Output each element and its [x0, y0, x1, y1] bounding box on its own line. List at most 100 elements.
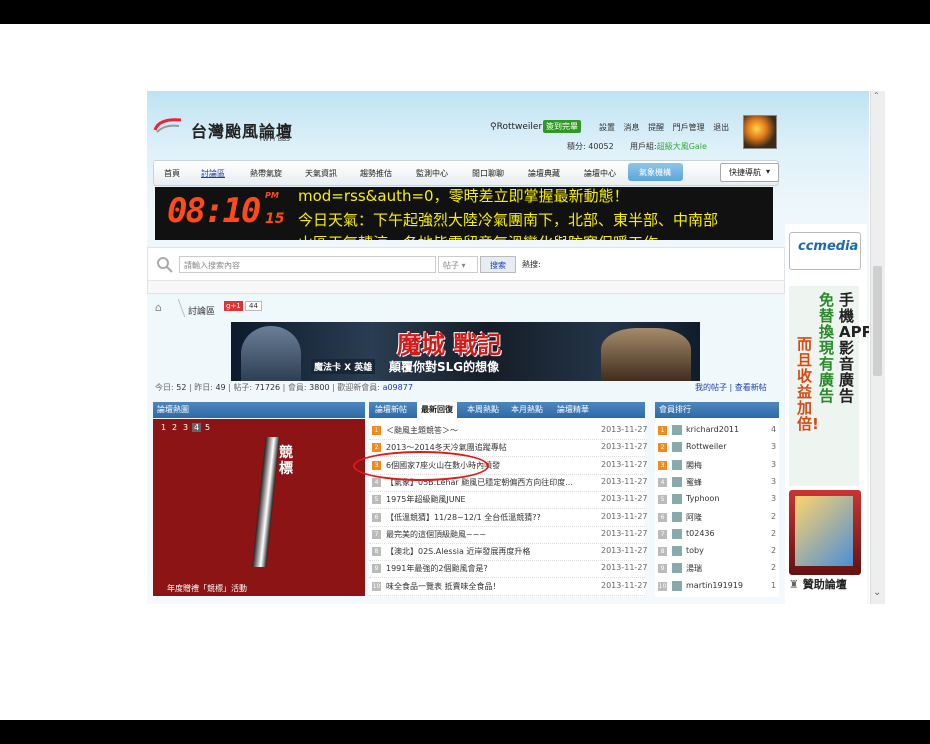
thread-title[interactable]: 1991年最強的2個颱風會是? — [386, 563, 586, 574]
my-posts-link[interactable]: 我的帖子 — [695, 383, 727, 392]
gplus-button[interactable]: g+1 — [224, 301, 243, 311]
member-name[interactable]: t02436 — [686, 529, 715, 538]
slide-page-1[interactable]: 1 — [159, 423, 168, 432]
scrollbar[interactable]: ⌃ ⌄ — [870, 91, 885, 604]
thread-title[interactable]: 【低溫競猜】11/28~12/1 全台低溫競猜?? — [386, 512, 586, 523]
thread-row[interactable]: 1 ＜颱風主題競答＞～ 2013-11-27 — [369, 422, 648, 440]
member-row[interactable]: 2 Rottweiler 3 — [655, 439, 779, 456]
game-ad-banner[interactable]: 魔城 戰記 魔法卡 X 英雄 顛覆你對SLG的想像 — [231, 322, 700, 381]
scroll-down-icon[interactable]: ⌄ — [873, 587, 881, 598]
member-avatar[interactable] — [672, 563, 682, 574]
thread-row[interactable]: 8 【澳北】02S.Alessia 近岸發展再度升格 2013-11-27 — [369, 543, 648, 562]
search-button[interactable]: 搜索 — [480, 256, 516, 273]
portal-admin-link[interactable]: 門戶管理 — [673, 123, 705, 132]
new-member-link[interactable]: a09877 — [383, 383, 413, 392]
tab-featured[interactable]: 論壇精華 — [557, 402, 589, 418]
messages-link[interactable]: 消息 — [624, 123, 640, 132]
ticker-line-2[interactable]: 今日天氣：下午起強烈大陸冷氣團南下，北部、東半部、中南部 — [298, 209, 718, 230]
new-posts-link[interactable]: 查看新帖 — [735, 383, 767, 392]
member-row[interactable]: 8 toby 2 — [655, 543, 779, 560]
slideshow[interactable]: 12345 競標 年度贈禮「競標」活動 — [153, 419, 365, 596]
member-row[interactable]: 9 湯瑞 2 — [655, 560, 779, 577]
member-row[interactable]: 7 t02436 2 — [655, 526, 779, 543]
home-icon[interactable]: ⌂ — [155, 301, 162, 314]
member-row[interactable]: 3 閣梅 3 — [655, 457, 779, 474]
app-ad[interactable]: 手機APP影音廣告 免替換現有廣告 而且收益加倍! — [789, 286, 869, 486]
member-avatar[interactable] — [672, 580, 682, 591]
settings-link[interactable]: 設置 — [599, 123, 615, 132]
slide-page-2[interactable]: 2 — [170, 423, 179, 432]
group-value[interactable]: 超級大風Gale — [657, 142, 707, 151]
tab-latest-replies[interactable]: 最新回復 — [417, 402, 457, 418]
search-input[interactable]: 請輸入搜索內容 — [179, 256, 436, 273]
slide-page-3[interactable]: 3 — [181, 423, 190, 432]
search-type-select[interactable]: 帖子 ▾ — [438, 256, 478, 273]
member-avatar[interactable] — [672, 528, 682, 539]
nav-chat[interactable]: 閒口聊聊 — [472, 168, 504, 179]
member-row[interactable]: 10 martin191919 1 — [655, 578, 779, 595]
breadcrumb-forum[interactable]: 討論區 — [188, 304, 215, 317]
thread-row[interactable]: 10 味全食品一覽表 抵賣味全食品！ 2013-11-27 — [369, 578, 648, 596]
thread-title[interactable]: 味全食品一覽表 抵賣味全食品！ — [386, 581, 586, 592]
member-avatar[interactable] — [672, 459, 682, 470]
support-forum-link[interactable]: ♜ 贊助論壇 — [789, 576, 847, 592]
member-name[interactable]: toby — [686, 546, 704, 555]
thread-title[interactable]: 最完美的這個頂級颱風~~~ — [386, 529, 586, 540]
member-row[interactable]: 4 蜜蜂 3 — [655, 474, 779, 491]
nav-center[interactable]: 論壇中心 — [584, 168, 616, 179]
nav-monitor[interactable]: 監測中心 — [416, 168, 448, 179]
member-avatar[interactable] — [672, 442, 682, 453]
slide-caption[interactable]: 年度贈禮「競標」活動 — [167, 583, 247, 594]
thread-title[interactable]: 【澳北】02S.Alessia 近岸發展再度升格 — [386, 546, 586, 557]
nav-agencies[interactable]: 氣象機構 — [628, 163, 683, 181]
thread-row[interactable]: 9 1991年最強的2個颱風會是? 2013-11-27 — [369, 560, 648, 579]
member-name[interactable]: 閣梅 — [686, 460, 702, 471]
member-avatar[interactable] — [672, 494, 682, 505]
avatar[interactable] — [743, 115, 777, 149]
ticker-line-3[interactable]: 山區天氣轉涼，各地皆需留意氣溫變化與防寒保暖工作 — [298, 232, 658, 240]
member-avatar[interactable] — [672, 476, 682, 487]
ticker-line-1[interactable]: mod=rss&auth=0，零時差立即掌握最新動態！ — [298, 187, 629, 206]
thread-row[interactable]: 7 最完美的這個頂級颱風~~~ 2013-11-27 — [369, 526, 648, 544]
member-name[interactable]: 阿隆 — [686, 512, 702, 523]
quick-nav-dropdown[interactable]: 快捷導航 ▾ — [720, 163, 779, 182]
tab-monthly-hot[interactable]: 本月熱點 — [511, 402, 543, 418]
slide-page-4[interactable]: 4 — [192, 423, 201, 432]
checkin-button[interactable]: 簽到完畢 — [543, 120, 581, 133]
nav-trend[interactable]: 趨勢推估 — [360, 168, 392, 179]
nav-weather[interactable]: 天氣資訊 — [305, 168, 337, 179]
thread-row[interactable]: 5 1975年超級颱風JUNE 2013-11-27 — [369, 491, 648, 510]
member-name[interactable]: 蜜蜂 — [686, 477, 702, 488]
tab-weekly-hot[interactable]: 本周熱點 — [467, 402, 499, 418]
rank-badge: 1 — [658, 426, 667, 435]
member-avatar[interactable] — [672, 511, 682, 522]
nav-cyclone[interactable]: 熱帶氣旋 — [250, 168, 282, 179]
member-name[interactable]: Rottweiler — [686, 442, 727, 451]
logout-link[interactable]: 退出 — [713, 123, 729, 132]
ad-text-3: 而且收益加倍! — [797, 335, 819, 433]
nav-forum[interactable]: 討論區 — [201, 168, 225, 179]
member-avatar[interactable] — [672, 425, 682, 435]
member-row[interactable]: 5 Typhoon 3 — [655, 491, 779, 508]
member-row[interactable]: 6 阿隆 2 — [655, 509, 779, 526]
username[interactable]: Rottweiler — [497, 122, 543, 132]
thread-row[interactable]: 6 【低溫競猜】11/28~12/1 全台低溫競猜?? 2013-11-27 — [369, 509, 648, 527]
member-name[interactable]: krichard2011 — [686, 425, 739, 434]
scroll-up-icon[interactable]: ⌃ — [873, 91, 880, 100]
username-link[interactable]: ⚲Rottweiler — [490, 122, 542, 132]
slide-page-5[interactable]: 5 — [203, 423, 212, 432]
nav-archive[interactable]: 論壇典藏 — [528, 168, 560, 179]
thread-title[interactable]: 1975年超級颱風JUNE — [386, 494, 586, 505]
member-name[interactable]: 湯瑞 — [686, 563, 702, 574]
ccmedia-logo[interactable]: ccmedia — [789, 232, 861, 270]
nav-home[interactable]: 首頁 — [164, 168, 180, 179]
member-avatar[interactable] — [672, 546, 682, 557]
member-name[interactable]: Typhoon — [686, 494, 719, 503]
member-row[interactable]: 1 krichard2011 4 — [655, 422, 779, 439]
tab-new-threads[interactable]: 論壇新帖 — [375, 402, 407, 418]
thread-title[interactable]: ＜颱風主題競答＞～ — [386, 425, 586, 436]
points-text[interactable]: 積分: 40052 — [567, 141, 614, 152]
member-name[interactable]: martin191919 — [686, 581, 743, 590]
notices-link[interactable]: 提醒 — [648, 123, 664, 132]
scroll-thumb[interactable] — [873, 266, 882, 376]
